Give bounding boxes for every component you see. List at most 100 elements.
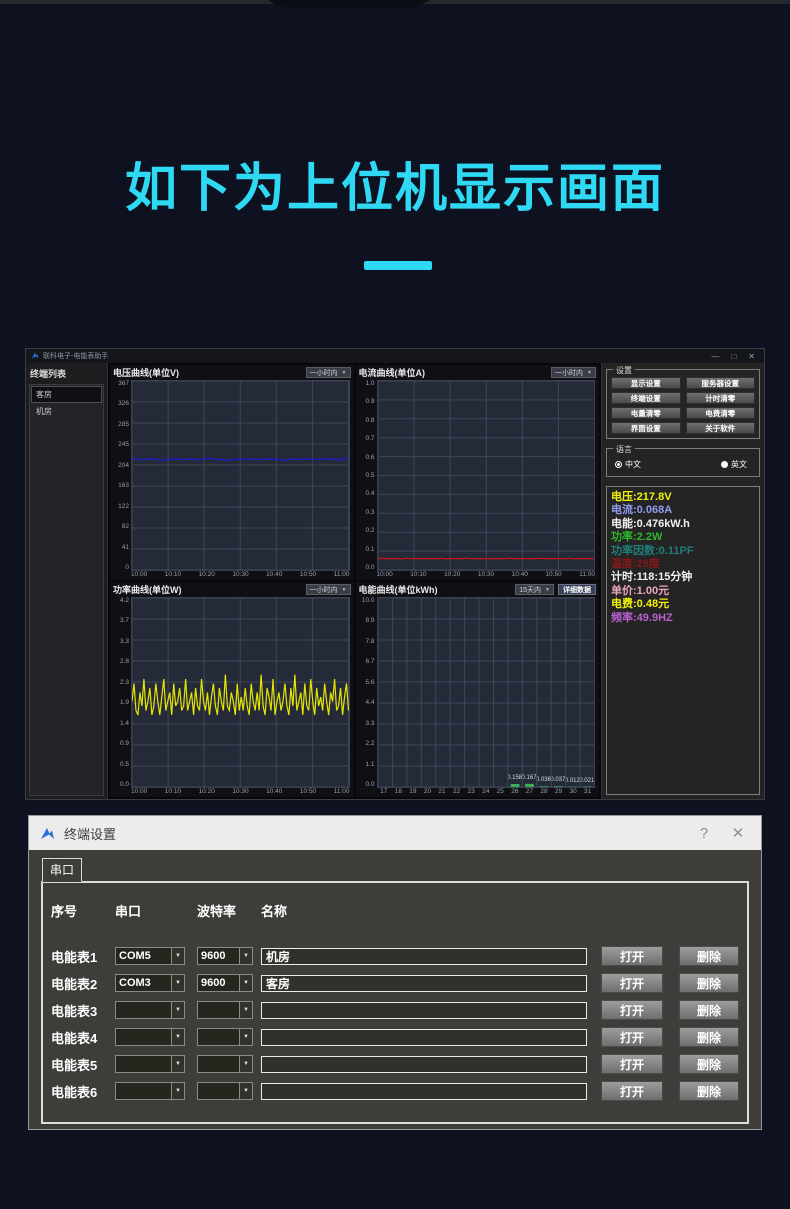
open-button[interactable]: 打开 xyxy=(601,973,663,993)
baud-select[interactable]: ▼ xyxy=(197,1055,253,1073)
top-notch xyxy=(268,0,430,7)
chevron-down-icon[interactable]: ▼ xyxy=(239,1056,252,1072)
voltage-y-axis: 367 326 285 245 204 163 122 82 41 0 xyxy=(118,380,129,571)
radio-english[interactable]: 英文 xyxy=(721,459,747,470)
voltage-range-select[interactable]: 一小时内 ▼ xyxy=(305,367,351,378)
port-select[interactable]: ▼ xyxy=(115,1082,185,1100)
delete-button[interactable]: 删除 xyxy=(679,946,739,966)
settings-button[interactable]: 终端设置 xyxy=(611,392,681,404)
table-row: 电能表6 ▼ ▼ 打开 删除 xyxy=(51,1081,739,1101)
baud-select[interactable]: 9600 ▼ xyxy=(197,947,253,965)
name-input[interactable] xyxy=(261,1082,587,1100)
name-input[interactable] xyxy=(261,974,587,992)
settings-button[interactable]: 电费清零 xyxy=(685,407,755,419)
app-window: 联科电子-电能表助手 — □ ✕ 终端列表 客房 机房 电压曲线(单位V) 一小时… xyxy=(25,348,765,800)
open-button[interactable]: 打开 xyxy=(601,1027,663,1047)
power-range-select[interactable]: 一小时内 ▼ xyxy=(305,584,351,595)
readings-panel: 电压:217.8V 电流:0.068A 电能:0.476kW.h 功率:2.2W 功率因… xyxy=(606,486,760,795)
settings-button[interactable]: 计时清零 xyxy=(685,392,755,404)
current-range-select[interactable]: 一小时内 ▼ xyxy=(551,367,596,378)
baud-select[interactable]: ▼ xyxy=(197,1082,253,1100)
delete-button[interactable]: 删除 xyxy=(679,1000,739,1020)
name-input[interactable] xyxy=(261,1055,587,1073)
chevron-down-icon: ▼ xyxy=(587,369,592,376)
sidebar-title: 终端列表 xyxy=(30,369,67,379)
name-input[interactable] xyxy=(261,947,587,965)
current-chart-header: 电流曲线(单位A) 一小时内 ▼ xyxy=(356,365,600,380)
close-icon[interactable]: ✕ xyxy=(725,824,751,842)
dialog-logo-icon xyxy=(41,827,54,839)
chevron-down-icon[interactable]: ▼ xyxy=(239,1083,252,1099)
name-input[interactable] xyxy=(261,1028,587,1046)
chevron-down-icon[interactable]: ▼ xyxy=(239,1002,252,1018)
table-row: 电能表4 ▼ ▼ 打开 删除 xyxy=(51,1027,739,1047)
chevron-down-icon[interactable]: ▼ xyxy=(171,1002,184,1018)
settings-button[interactable]: 电量清零 xyxy=(611,407,681,419)
settings-button[interactable]: 显示设置 xyxy=(611,377,681,389)
settings-group-label: 设置 xyxy=(613,365,635,376)
port-select[interactable]: ▼ xyxy=(115,1055,185,1073)
chevron-down-icon[interactable]: ▼ xyxy=(171,1056,184,1072)
dialog-body: 串口 序号 串口 波特率 名称 电能表1 COM5 ▼ 9600 ▼ 机房 打开… xyxy=(29,850,761,1129)
chevron-down-icon[interactable]: ▼ xyxy=(171,948,184,964)
close-icon[interactable]: ✕ xyxy=(748,352,755,361)
port-select[interactable]: COM3 ▼ xyxy=(115,974,185,992)
chevron-down-icon: ▼ xyxy=(341,369,347,376)
open-button[interactable]: 打开 xyxy=(601,1000,663,1020)
page: { "glyphs": { "dropdown_arrow": "▼", "mi… xyxy=(0,0,790,1209)
baud-select-value: 9600 xyxy=(201,977,226,989)
energy-range-value: 15天内 xyxy=(519,586,542,594)
port-select-value: COM3 xyxy=(119,977,151,989)
chevron-down-icon[interactable]: ▼ xyxy=(239,975,252,991)
column-port: 串口 xyxy=(115,904,142,919)
table-row: 电能表5 ▼ ▼ 打开 删除 xyxy=(51,1054,739,1074)
power-chart: 功率曲线(单位W) 一小时内 ▼ 4.2 3.7 3.3 2.8 2.3 1.9 1.4 0.… xyxy=(110,582,354,797)
chevron-down-icon[interactable]: ▼ xyxy=(171,975,184,991)
name-input[interactable] xyxy=(261,1001,587,1019)
maximize-icon[interactable]: □ xyxy=(731,352,736,361)
delete-button[interactable]: 删除 xyxy=(679,1081,739,1101)
app-content: 终端列表 客房 机房 电压曲线(单位V) 一小时内 ▼ 367 326 285 245 2… xyxy=(26,363,764,799)
meter-label: 电能表2 xyxy=(51,976,98,992)
port-select-value xyxy=(116,1083,171,1099)
minimize-icon[interactable]: — xyxy=(711,352,719,361)
port-select[interactable]: ▼ xyxy=(115,1001,185,1019)
chevron-down-icon[interactable]: ▼ xyxy=(171,1029,184,1045)
voltage-chart-title: 电压曲线(单位V) xyxy=(113,368,179,378)
terminal-list-item[interactable]: 机房 xyxy=(31,403,102,420)
power-chart-title: 功率曲线(单位W) xyxy=(113,585,182,595)
chevron-down-icon[interactable]: ▼ xyxy=(239,948,252,964)
delete-button[interactable]: 删除 xyxy=(679,1027,739,1047)
tab-serial-port[interactable]: 串口 xyxy=(42,858,83,882)
port-select[interactable]: ▼ xyxy=(115,1028,185,1046)
open-button[interactable]: 打开 xyxy=(601,1054,663,1074)
settings-button[interactable]: 服务器设置 xyxy=(685,377,755,389)
energy-range-select[interactable]: 15天内 ▼ xyxy=(515,584,554,595)
port-select[interactable]: COM5 ▼ xyxy=(115,947,185,965)
baud-select[interactable]: ▼ xyxy=(197,1001,253,1019)
chevron-down-icon[interactable]: ▼ xyxy=(171,1083,184,1099)
port-select-value xyxy=(116,1029,171,1045)
open-button[interactable]: 打开 xyxy=(601,1081,663,1101)
reading-value: 功率:2.2W xyxy=(611,531,663,544)
reading-value: 功率因数:0.11PF xyxy=(611,544,694,557)
baud-select[interactable]: 9600 ▼ xyxy=(197,974,253,992)
dialog-title: 终端设置 xyxy=(64,826,117,842)
delete-button[interactable]: 删除 xyxy=(679,1054,739,1074)
detail-data-button[interactable]: 详细数据 xyxy=(558,584,596,595)
radio-chinese[interactable]: 中文 xyxy=(615,459,641,470)
power-range-value: 一小时内 xyxy=(309,586,338,594)
chevron-down-icon[interactable]: ▼ xyxy=(239,1029,252,1045)
settings-button[interactable]: 关于软件 xyxy=(685,422,755,434)
settings-button[interactable]: 界面设置 xyxy=(611,422,681,434)
open-button[interactable]: 打开 xyxy=(601,946,663,966)
delete-button[interactable]: 删除 xyxy=(679,973,739,993)
settings-group: 设置 显示设置 服务器设置 终端设置 计时清零 电量清零 电费清零 界面设置 关于软件 xyxy=(606,365,760,439)
baud-select[interactable]: ▼ xyxy=(197,1028,253,1046)
meter-rows: 电能表1 COM5 ▼ 9600 ▼ 打开 删除 电能表2 xyxy=(51,946,739,1101)
terminal-list-item[interactable]: 客房 xyxy=(31,386,102,403)
table-header: 序号 串口 波特率 名称 xyxy=(51,901,739,920)
right-panel: 设置 显示设置 服务器设置 终端设置 计时清零 电量清零 电费清零 界面设置 关于软件 语言 … xyxy=(601,363,764,799)
help-icon[interactable]: ? xyxy=(691,825,717,842)
power-x-axis: 10:00 10:10 10:20 10:30 10:40 10:50 11:00 xyxy=(131,788,350,795)
